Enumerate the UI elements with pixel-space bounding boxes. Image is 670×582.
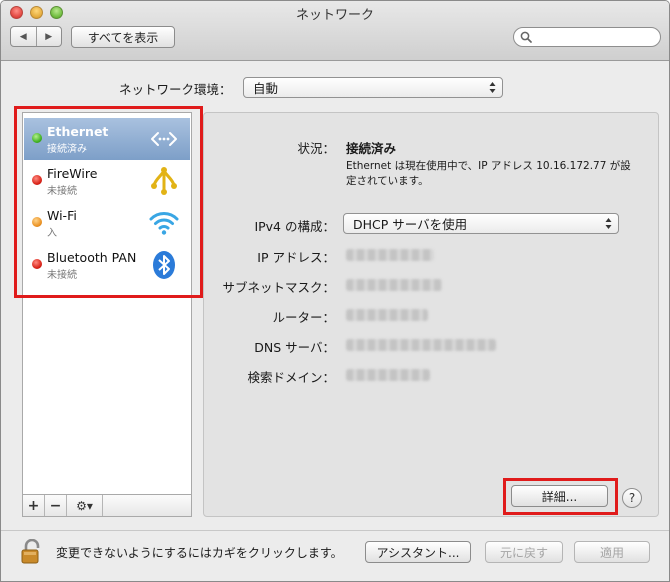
service-item-firewire[interactable]: FireWire 未接続 xyxy=(24,160,190,202)
forward-button[interactable]: ▶ xyxy=(35,27,62,46)
status-label: 状況： xyxy=(297,141,335,156)
service-item-bluetooth-pan[interactable]: Bluetooth PAN 未接続 xyxy=(24,244,190,286)
help-button[interactable]: ? xyxy=(622,488,642,508)
router-value-redacted xyxy=(346,309,428,321)
service-name: Bluetooth PAN xyxy=(47,250,137,265)
location-value: 自動 xyxy=(253,81,279,96)
back-button[interactable]: ◀ xyxy=(11,27,36,46)
lock-icon[interactable] xyxy=(21,539,45,565)
firewire-icon xyxy=(151,167,177,195)
back-forward-group: ◀ ▶ xyxy=(10,26,62,47)
location-label: ネットワーク環境： xyxy=(119,82,232,97)
add-service-button[interactable]: + xyxy=(23,495,45,516)
footer-divider xyxy=(1,530,669,531)
status-dot-red xyxy=(32,175,42,185)
remove-service-button[interactable]: − xyxy=(45,495,67,516)
lock-message: 変更できないようにするにはカギをクリックします。 xyxy=(56,546,343,560)
wifi-icon xyxy=(149,212,179,235)
updown-arrows-icon xyxy=(605,218,612,229)
apply-button[interactable]: 適用 xyxy=(574,541,650,563)
service-status: 接続済み xyxy=(47,144,87,155)
window-title: ネットワーク xyxy=(295,8,374,23)
toolbar: ネットワーク ◀ ▶ すべてを表示 xyxy=(1,1,669,61)
bluetooth-icon xyxy=(153,251,175,279)
service-list-toolbar: + − ⚙▾ xyxy=(22,495,192,517)
ethernet-icon xyxy=(151,132,177,146)
network-preferences-window: ネットワーク ◀ ▶ すべてを表示 ネットワーク環境： 自動 Ethernet … xyxy=(0,0,670,582)
service-name: FireWire xyxy=(47,166,98,181)
service-item-ethernet[interactable]: Ethernet 接続済み xyxy=(24,118,190,160)
status-description-line2: 定されています。 xyxy=(346,175,429,187)
ip-address-label: IP アドレス： xyxy=(257,250,335,265)
status-value: 接続済み xyxy=(346,141,397,156)
service-name: Ethernet xyxy=(47,124,109,139)
revert-button[interactable]: 元に戻す xyxy=(485,541,563,563)
show-all-button[interactable]: すべてを表示 xyxy=(71,26,175,48)
updown-arrows-icon xyxy=(489,82,496,93)
ipv4-config-label: IPv4 の構成： xyxy=(254,219,335,234)
dns-server-value-redacted xyxy=(346,339,496,351)
gear-menu-button[interactable]: ⚙▾ xyxy=(67,495,103,516)
service-status: 未接続 xyxy=(47,270,77,281)
service-status: 入 xyxy=(47,228,57,239)
search-icon xyxy=(520,31,532,43)
search-input[interactable] xyxy=(513,27,661,47)
location-select[interactable]: 自動 xyxy=(243,77,503,98)
status-dot-red xyxy=(32,259,42,269)
status-description-line1: Ethernet は現在使用中で、IP アドレス 10.16.172.77 が設 xyxy=(346,160,631,172)
service-list: Ethernet 接続済み FireWire 未接続 Wi-Fi 入 Bluet… xyxy=(22,112,192,495)
ip-address-value-redacted xyxy=(346,249,434,261)
status-dot-green xyxy=(32,133,42,143)
search-domain-label: 検索ドメイン： xyxy=(247,370,335,385)
ipv4-config-value: DHCP サーバを使用 xyxy=(353,217,468,232)
subnet-mask-value-redacted xyxy=(346,279,442,291)
assistant-button[interactable]: アシスタント... xyxy=(365,541,471,563)
advanced-button[interactable]: 詳細... xyxy=(511,485,608,507)
dns-server-label: DNS サーバ： xyxy=(254,340,335,355)
service-item-wifi[interactable]: Wi-Fi 入 xyxy=(24,202,190,244)
status-dot-orange xyxy=(32,217,42,227)
ipv4-config-select[interactable]: DHCP サーバを使用 xyxy=(343,213,619,234)
subnet-mask-label: サブネットマスク： xyxy=(222,280,335,295)
router-label: ルーター： xyxy=(272,310,335,325)
service-status: 未接続 xyxy=(47,186,77,197)
service-name: Wi-Fi xyxy=(47,208,77,223)
search-domain-value-redacted xyxy=(346,369,430,381)
